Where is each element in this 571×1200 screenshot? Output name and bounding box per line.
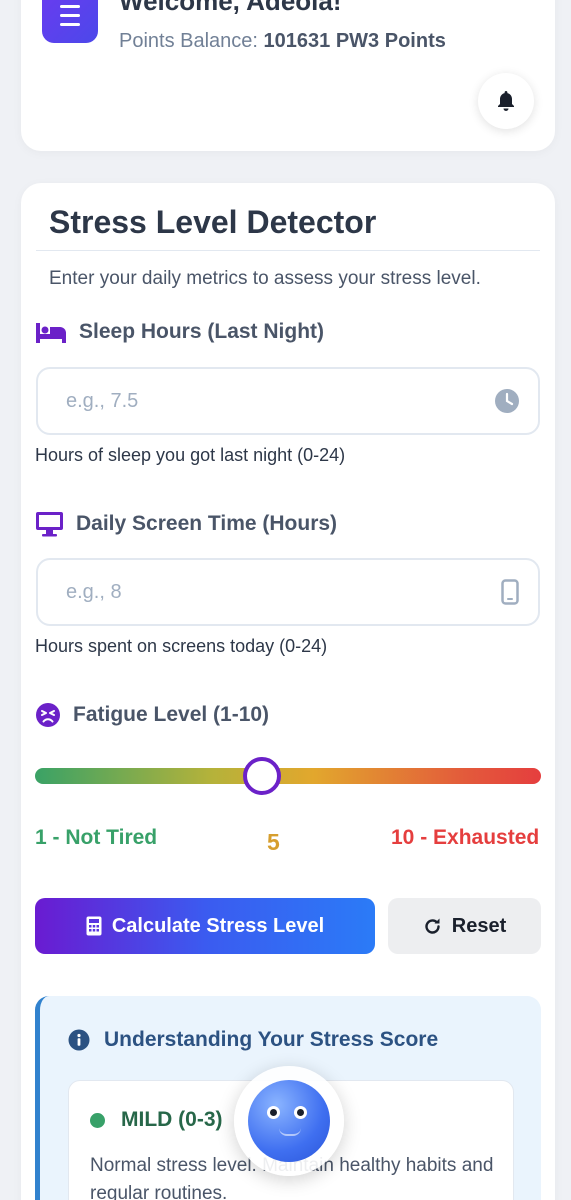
welcome-heading: Welcome, Adeola! [119, 0, 342, 16]
calculate-button[interactable]: Calculate Stress Level [35, 898, 375, 954]
reset-button[interactable]: Reset [388, 898, 541, 954]
level-mild-dot [90, 1112, 105, 1128]
bell-icon [498, 91, 514, 111]
fatigue-max-label: 10 - Exhausted [391, 826, 540, 849]
info-icon [68, 1029, 90, 1051]
calculate-button-label: Calculate Stress Level [111, 914, 325, 937]
info-title: Understanding Your Stress Score [68, 1028, 438, 1052]
fatigue-value: 5 [267, 829, 280, 855]
subtitle: Enter your daily metrics to assess your … [49, 268, 481, 289]
sleep-help: Hours of sleep you got last night (0-24) [35, 445, 346, 465]
points-value: 101631 PW3 Points [263, 30, 446, 52]
info-title-text: Understanding Your Stress Score [104, 1028, 439, 1051]
bed-icon [35, 320, 67, 344]
points-balance: Points Balance: 101631 PW3 Points [119, 30, 446, 53]
screen-time-label-text: Daily Screen Time (Hours) [76, 512, 338, 535]
mobile-icon [500, 579, 520, 605]
screen-time-help: Hours spent on screens today (0-24) [35, 636, 328, 656]
sleep-label: Sleep Hours (Last Night) [35, 320, 324, 344]
fatigue-label: Fatigue Level (1-10) [35, 702, 269, 728]
bot-avatar-icon[interactable] [248, 1080, 330, 1162]
header-card [21, 0, 555, 151]
fatigue-slider-thumb[interactable] [243, 757, 281, 795]
screen-time-label: Daily Screen Time (Hours) [35, 511, 337, 537]
calculator-icon [86, 916, 102, 936]
monitor-icon [35, 511, 64, 537]
menu-icon [60, 5, 80, 8]
fatigue-label-text: Fatigue Level (1-10) [73, 703, 270, 726]
bot-eye [267, 1106, 280, 1119]
level-mild-label: MILD (0-3) [121, 1108, 223, 1131]
redo-icon [423, 917, 442, 936]
level-mild-name: MILD (0-3) [90, 1108, 223, 1132]
notifications-button[interactable] [478, 73, 534, 129]
reset-button-label: Reset [451, 914, 507, 937]
points-label: Points Balance: [119, 30, 258, 52]
bot-eye [294, 1106, 307, 1119]
sleep-label-text: Sleep Hours (Last Night) [79, 320, 325, 343]
fatigue-slider[interactable] [35, 768, 541, 784]
screen-time-input[interactable] [36, 558, 540, 626]
menu-icon-bar [60, 23, 80, 26]
title-divider [36, 250, 540, 251]
menu-button[interactable] [42, 0, 98, 43]
menu-icon-bar [60, 14, 80, 17]
page-title: Stress Level Detector [49, 204, 377, 240]
clock-icon [494, 388, 520, 414]
sleep-hours-input[interactable] [36, 367, 540, 435]
tired-face-icon [35, 702, 61, 728]
fatigue-min-label: 1 - Not Tired [35, 826, 158, 849]
